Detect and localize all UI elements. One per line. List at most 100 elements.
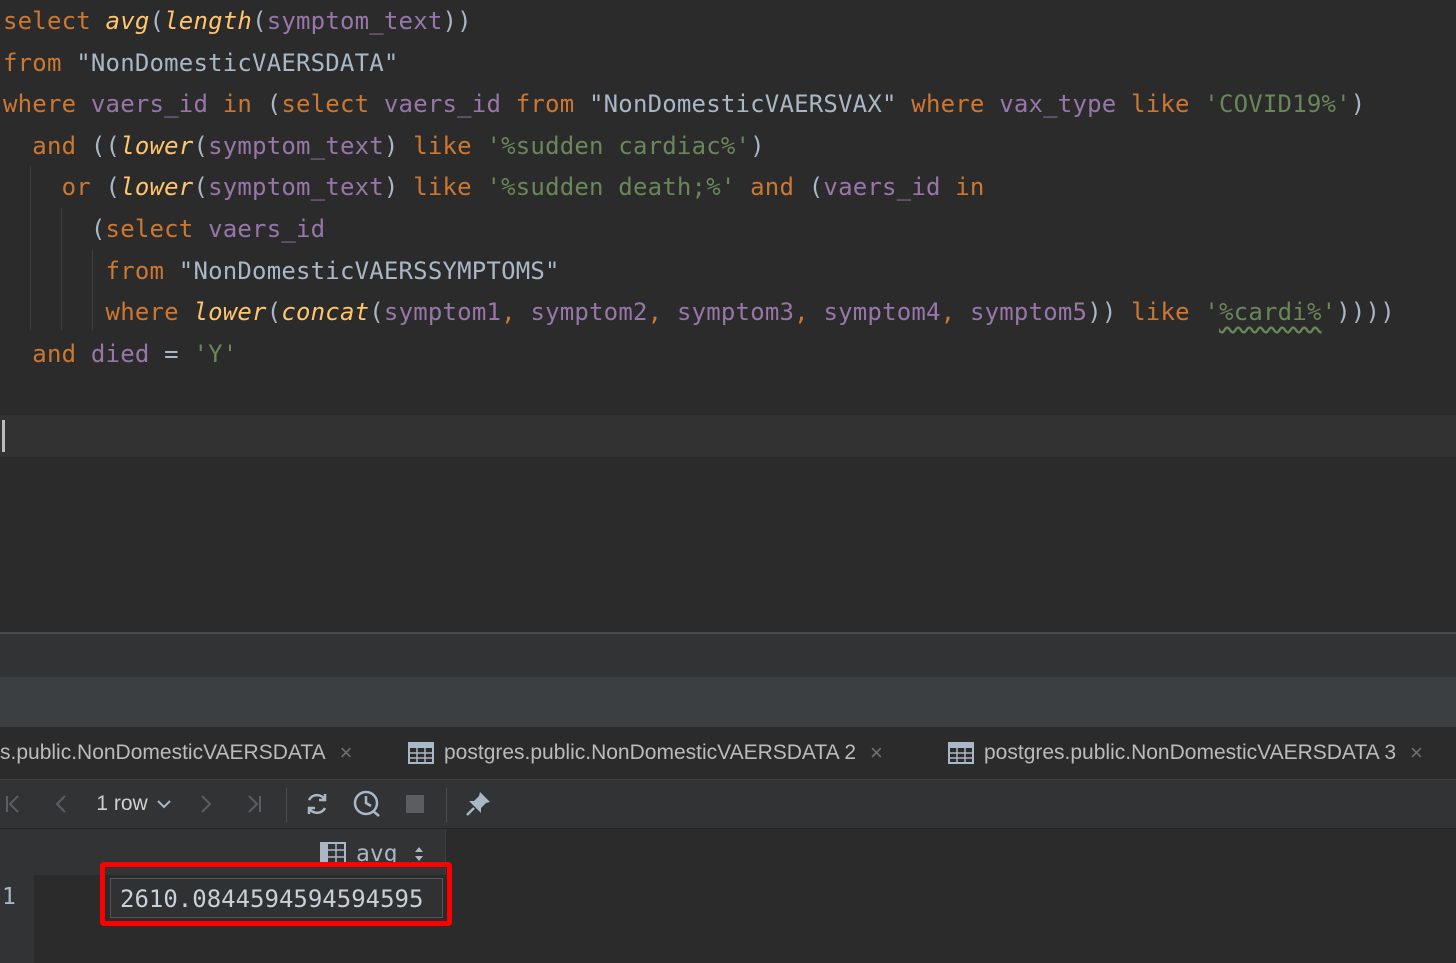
code-token: in	[222, 90, 267, 119]
code-line[interactable]: select avg(length(symptom_text))	[3, 0, 472, 42]
code-token: where	[3, 298, 194, 327]
code-token: where	[911, 90, 1000, 119]
code-line[interactable]: (select vaers_id	[3, 208, 325, 250]
tab-label: postgres.public.NonDomesticVAERSDATA 3	[984, 741, 1397, 764]
code-token: '	[1321, 298, 1337, 327]
code-token: '%sudden death;%'	[486, 173, 751, 202]
code-token: "NonDomesticVAERSDATA"	[76, 48, 399, 77]
code-token: (	[149, 7, 165, 35]
code-token: (	[266, 90, 282, 119]
code-token: lower	[120, 131, 194, 160]
code-token: from	[3, 256, 179, 285]
code-token: )	[1350, 90, 1366, 119]
tab-result-1[interactable]: s.public.NonDomesticVAERSDATA ×	[0, 727, 352, 779]
red-highlight-box	[100, 862, 452, 926]
code-token: )	[383, 131, 414, 160]
code-token: in	[955, 173, 985, 202]
code-token: concat	[281, 298, 370, 327]
code-token: and	[3, 339, 91, 368]
code-line[interactable]: or (lower(symptom_text) like '%sudden de…	[3, 166, 985, 208]
code-token: 'Y'	[193, 339, 238, 368]
toolbar-separator	[446, 788, 447, 822]
code-token: ,	[647, 298, 677, 327]
code-token: ((	[90, 131, 121, 160]
code-token: avg	[105, 7, 150, 35]
code-line[interactable]: where vaers_id in (select vaers_id from …	[3, 83, 1365, 125]
code-token: like	[1131, 298, 1205, 327]
close-icon[interactable]: ×	[870, 740, 883, 766]
code-token: (	[266, 298, 282, 327]
code-token: ))	[1087, 298, 1132, 327]
services-strip	[0, 634, 1456, 676]
code-token: select	[105, 215, 209, 243]
code-token: died	[90, 339, 165, 368]
code-token: )	[383, 173, 414, 202]
last-page-icon[interactable]	[240, 780, 268, 828]
row-number: 1	[2, 884, 16, 910]
code-line[interactable]: and died = 'Y'	[3, 333, 237, 375]
sql-editor[interactable]: select avg(length(symptom_text)) from "No…	[0, 0, 1456, 632]
code-token: vaers_id	[90, 90, 223, 119]
code-token: 'COVID19%'	[1204, 90, 1351, 119]
close-icon[interactable]: ×	[340, 740, 353, 766]
code-token: select	[281, 90, 384, 119]
code-token: symptom_text	[266, 7, 443, 35]
table-grid-icon	[948, 742, 974, 764]
code-token: symptom1	[383, 298, 502, 327]
chevron-down-icon	[156, 800, 171, 809]
code-token: lower	[193, 298, 267, 327]
tab-label: postgres.public.NonDomesticVAERSDATA 2	[444, 741, 857, 764]
code-token: symptom5	[969, 298, 1088, 327]
code-token: %cardi%	[1219, 298, 1322, 327]
code-token: or	[3, 173, 106, 202]
table-grid-icon	[408, 742, 434, 764]
code-token: (	[808, 173, 824, 202]
previous-page-icon[interactable]	[48, 780, 74, 828]
row-count-label: 1 row	[96, 792, 148, 815]
code-token: "NonDomesticVAERSSYMPTOMS"	[178, 256, 560, 285]
code-token: (	[105, 173, 121, 202]
close-icon[interactable]: ×	[1410, 740, 1423, 766]
code-token: lower	[120, 173, 194, 202]
code-token: vaers_id	[823, 173, 956, 202]
code-token: and	[3, 131, 91, 160]
code-token: (	[252, 7, 267, 35]
results-panel-header	[0, 676, 1456, 727]
code-token: symptom2	[530, 298, 648, 327]
code-token: ))))	[1336, 298, 1395, 327]
code-token: ))	[442, 7, 472, 35]
first-page-icon[interactable]	[0, 780, 26, 828]
code-line[interactable]: where lower(concat(symptom1, symptom2, s…	[3, 291, 1395, 333]
code-token: symptom_text	[208, 173, 384, 202]
code-line[interactable]: and ((lower(symptom_text) like '%sudden …	[3, 125, 765, 167]
current-line-highlight	[0, 415, 1456, 457]
pin-icon[interactable]	[462, 780, 494, 828]
code-token: like	[413, 173, 487, 202]
tab-result-3[interactable]: postgres.public.NonDomesticVAERSDATA 3 ×	[948, 727, 1423, 779]
results-toolbar: 1 row	[0, 780, 1456, 829]
code-token: =	[164, 339, 194, 368]
history-icon[interactable]	[350, 780, 384, 828]
code-token: vax_type	[999, 90, 1132, 119]
stop-icon[interactable]	[402, 780, 428, 828]
code-line[interactable]: from "NonDomesticVAERSDATA"	[3, 42, 399, 84]
code-token: from	[515, 90, 589, 119]
sort-icon[interactable]	[412, 844, 426, 864]
code-token: vaers_id	[383, 90, 516, 119]
code-token: like	[1131, 90, 1205, 119]
code-token: where	[3, 90, 91, 119]
next-page-icon[interactable]	[193, 780, 219, 828]
code-token: symptom4	[823, 298, 941, 327]
code-token: from	[3, 48, 77, 77]
code-token: length	[164, 7, 253, 35]
toolbar-separator	[286, 788, 287, 822]
tab-result-2[interactable]: postgres.public.NonDomesticVAERSDATA 2 ×	[408, 727, 883, 779]
code-token: '%sudden cardiac%'	[486, 131, 751, 160]
code-token: select	[3, 7, 106, 35]
row-count-dropdown[interactable]: 1 row	[92, 780, 176, 828]
code-line[interactable]: from "NonDomesticVAERSSYMPTOMS"	[3, 250, 560, 292]
code-token: ,	[794, 298, 824, 327]
code-token: (	[193, 173, 209, 202]
tab-label: s.public.NonDomesticVAERSDATA	[0, 741, 326, 764]
reload-icon[interactable]	[302, 780, 332, 828]
